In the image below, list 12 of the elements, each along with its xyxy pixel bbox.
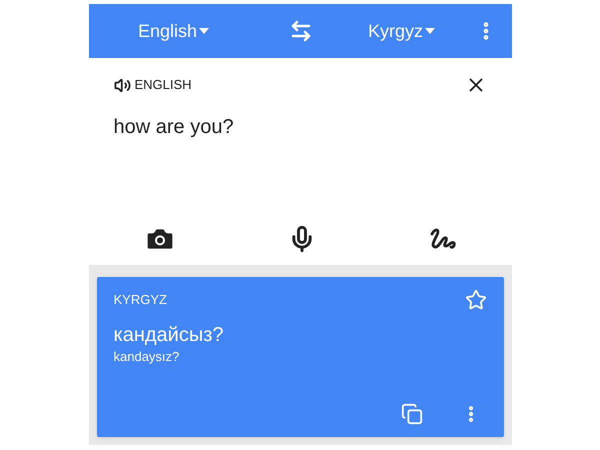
target-language-dropdown[interactable]: Kyrgyz	[368, 18, 435, 44]
source-language-dropdown[interactable]: English	[138, 18, 210, 44]
transliteration-text: kandaysız?	[114, 348, 180, 366]
caret-icon	[425, 28, 435, 34]
copy-icon[interactable]	[400, 403, 422, 425]
caret-icon	[199, 28, 210, 34]
source-language-label: ENGLISH	[134, 76, 192, 94]
target-language-label: KYRGYZ	[114, 291, 167, 310]
translation-text: кандайсыз?	[114, 323, 224, 347]
input-field[interactable]: how are you?	[114, 112, 486, 142]
star-icon[interactable]	[464, 289, 486, 311]
speaker-icon[interactable]	[114, 76, 130, 94]
